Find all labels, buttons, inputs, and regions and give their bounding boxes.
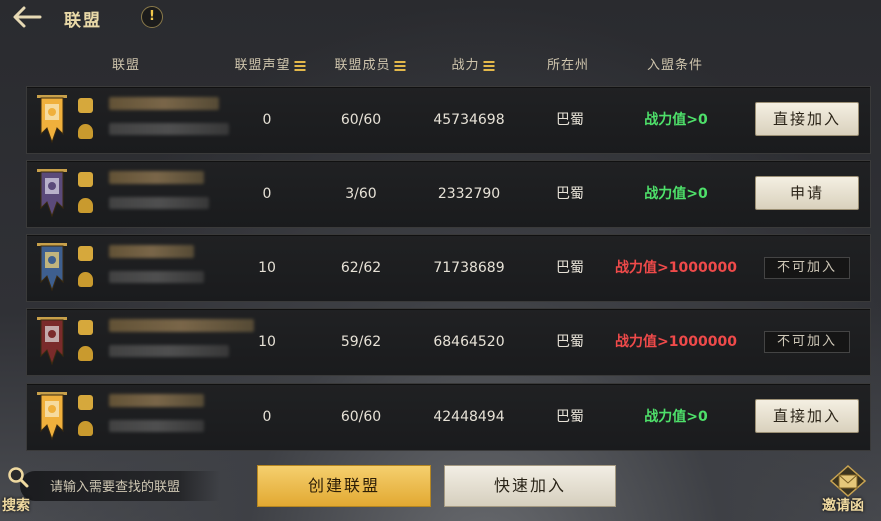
- members-value: 60/60: [340, 409, 382, 425]
- reputation-value: 0: [262, 409, 272, 425]
- alliance-row[interactable]: 10 59/62 68464520 巴蜀 战力值>1000000 不可加入: [26, 308, 871, 376]
- alliance-name-blurred: [109, 171, 204, 184]
- cannot-join-label: 不可加入: [764, 331, 850, 353]
- table-header: 联盟 联盟声望 联盟成员 战力 所在州 入盟条件: [0, 48, 881, 78]
- search-input[interactable]: [48, 475, 222, 499]
- alliance-leader-blurred: [109, 271, 204, 283]
- alliance-banner-icon: [37, 169, 67, 218]
- reputation-value: 10: [258, 334, 276, 350]
- rank-badge-icon: [78, 320, 93, 335]
- search-icon[interactable]: [6, 465, 30, 489]
- sort-icon[interactable]: [294, 59, 306, 73]
- alliance-row[interactable]: 0 60/60 42448494 巴蜀 战力值>0 直接加入: [26, 383, 871, 451]
- power-value: 2332790: [437, 186, 501, 202]
- sort-icon[interactable]: [394, 59, 406, 73]
- info-icon[interactable]: !: [141, 6, 163, 28]
- invitation-label[interactable]: 邀请函: [822, 495, 864, 515]
- col-region: 所在州: [546, 58, 590, 73]
- region-value: 巴蜀: [556, 186, 584, 202]
- alliance-name-blurred: [109, 319, 254, 332]
- alliance-name-blurred: [109, 245, 194, 258]
- region-value: 巴蜀: [556, 112, 584, 128]
- power-value: 45734698: [433, 112, 505, 128]
- rank-badge-icon: [78, 98, 93, 113]
- leader-icon: [78, 421, 93, 436]
- rank-badge-icon: [78, 246, 93, 261]
- power-value: 71738689: [433, 260, 505, 276]
- leader-icon: [78, 124, 93, 139]
- col-power[interactable]: 战力: [451, 54, 495, 73]
- members-value: 62/62: [340, 260, 382, 276]
- quick-join-button[interactable]: 快速加入: [444, 465, 616, 507]
- sort-icon[interactable]: [483, 59, 495, 73]
- alliance-banner-icon: [37, 317, 67, 366]
- join-condition: 战力值>0: [644, 409, 708, 425]
- page-title: 联盟: [64, 11, 102, 31]
- power-value: 42448494: [433, 409, 505, 425]
- region-value: 巴蜀: [556, 260, 584, 276]
- alliance-banner-icon: [37, 243, 67, 292]
- col-condition: 入盟条件: [646, 58, 704, 73]
- create-alliance-button[interactable]: 创建联盟: [257, 465, 431, 507]
- alliance-name-blurred: [109, 97, 219, 110]
- search-label[interactable]: 搜索: [2, 495, 30, 515]
- join-condition: 战力值>0: [644, 112, 708, 128]
- alliance-banner-icon: [37, 95, 67, 144]
- leader-icon: [78, 272, 93, 287]
- join-condition: 战力值>1000000: [615, 334, 737, 350]
- join-condition: 战力值>1000000: [615, 260, 737, 276]
- reputation-value: 10: [258, 260, 276, 276]
- col-alliance: 联盟: [111, 58, 141, 73]
- members-value: 3/60: [345, 186, 377, 202]
- join-button[interactable]: 直接加入: [755, 102, 859, 136]
- members-value: 60/60: [340, 112, 382, 128]
- rank-badge-icon: [78, 395, 93, 410]
- alliance-row[interactable]: 0 60/60 45734698 巴蜀 战力值>0 直接加入: [26, 86, 871, 154]
- back-arrow-icon[interactable]: [10, 4, 44, 30]
- alliance-name-blurred: [109, 394, 204, 407]
- leader-icon: [78, 198, 93, 213]
- top-bar: 联盟 !: [0, 0, 881, 36]
- alliance-row[interactable]: 10 62/62 71738689 巴蜀 战力值>1000000 不可加入: [26, 234, 871, 302]
- region-value: 巴蜀: [556, 334, 584, 350]
- alliance-row[interactable]: 0 3/60 2332790 巴蜀 战力值>0 申请: [26, 160, 871, 228]
- cannot-join-label: 不可加入: [764, 257, 850, 279]
- footer-bar: 搜索 创建联盟 快速加入 邀请函: [0, 455, 881, 521]
- alliance-banner-icon: [37, 392, 67, 441]
- join-button[interactable]: 直接加入: [755, 399, 859, 433]
- members-value: 59/62: [340, 334, 382, 350]
- rank-badge-icon: [78, 172, 93, 187]
- col-members[interactable]: 联盟成员: [334, 54, 406, 73]
- join-condition: 战力值>0: [644, 186, 708, 202]
- alliance-leader-blurred: [109, 345, 229, 357]
- power-value: 68464520: [433, 334, 505, 350]
- join-button[interactable]: 申请: [755, 176, 859, 210]
- alliance-leader-blurred: [109, 420, 204, 432]
- search-box[interactable]: [20, 471, 222, 501]
- leader-icon: [78, 346, 93, 361]
- region-value: 巴蜀: [556, 409, 584, 425]
- reputation-value: 0: [262, 186, 272, 202]
- invitation-envelope-icon[interactable]: [830, 465, 866, 497]
- alliance-leader-blurred: [109, 123, 229, 135]
- col-reputation[interactable]: 联盟声望: [234, 54, 306, 73]
- alliance-leader-blurred: [109, 197, 209, 209]
- reputation-value: 0: [262, 112, 272, 128]
